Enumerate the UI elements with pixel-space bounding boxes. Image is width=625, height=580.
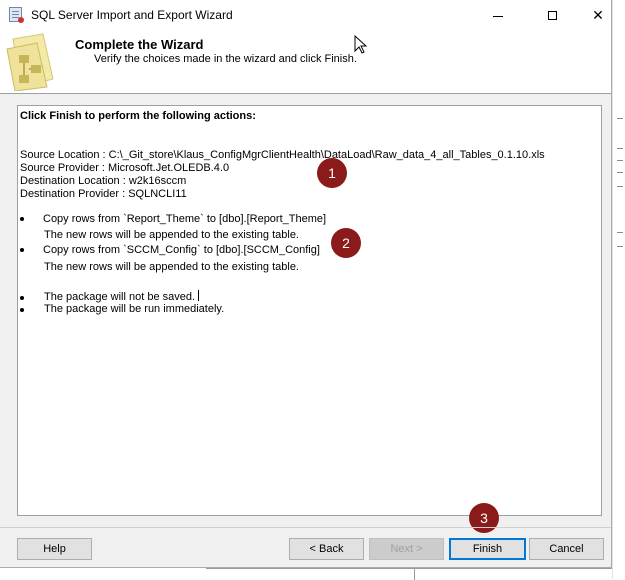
package-save-line: The package will not be saved. bbox=[44, 290, 200, 303]
step-marker-3: 3 bbox=[469, 503, 499, 533]
background-window-edge bbox=[612, 0, 625, 579]
background-window-bottom bbox=[206, 568, 612, 580]
window-title: SQL Server Import and Export Wizard bbox=[31, 8, 233, 22]
header-title: Complete the Wizard bbox=[75, 37, 204, 52]
next-button[interactable]: Next > bbox=[369, 538, 444, 560]
copy-action-2-note: The new rows will be appended to the exi… bbox=[44, 261, 299, 273]
header-subtitle: Verify the choices made in the wizard an… bbox=[94, 53, 357, 65]
copy-action-1: Copy rows from `Report_Theme` to [dbo].[… bbox=[43, 213, 327, 225]
copy-action-1-note: The new rows will be appended to the exi… bbox=[44, 229, 299, 241]
step-marker-1: 1 bbox=[317, 158, 347, 188]
mouse-pointer-icon bbox=[354, 35, 368, 54]
bullet-icon bbox=[20, 296, 24, 300]
close-button[interactable]: ✕ bbox=[575, 0, 621, 31]
summary-lead: Click Finish to perform the following ac… bbox=[20, 110, 256, 122]
package-run-text: The package will be run immediately. bbox=[44, 303, 225, 315]
help-button[interactable]: Help bbox=[17, 538, 92, 560]
footer-divider bbox=[0, 527, 611, 528]
step-marker-2: 2 bbox=[331, 228, 361, 258]
package-save-text: The package will not be saved. bbox=[44, 291, 196, 303]
maximize-icon bbox=[547, 11, 557, 20]
cancel-button[interactable]: Cancel bbox=[529, 538, 604, 560]
close-icon: ✕ bbox=[592, 7, 604, 23]
bullet-icon bbox=[20, 308, 24, 312]
destination-location: Destination Location : w2k16sccm bbox=[20, 175, 187, 187]
finish-button[interactable]: Finish bbox=[449, 538, 526, 560]
destination-provider: Destination Provider : SQLNCLI11 bbox=[20, 188, 187, 200]
minimize-button[interactable] bbox=[475, 0, 521, 31]
summary-textbox[interactable]: Click Finish to perform the following ac… bbox=[17, 105, 602, 516]
source-provider: Source Provider : Microsoft.Jet.OLEDB.4.… bbox=[20, 162, 230, 174]
text-caret bbox=[198, 290, 200, 301]
copy-action-2: Copy rows from `SCCM_Config` to [dbo].[S… bbox=[43, 244, 320, 256]
maximize-button[interactable] bbox=[529, 0, 575, 31]
back-button[interactable]: < Back bbox=[289, 538, 364, 560]
wizard-page-icon bbox=[3, 31, 60, 91]
title-bar[interactable]: SQL Server Import and Export Wizard ✕ bbox=[0, 0, 611, 31]
minimize-icon bbox=[493, 16, 503, 17]
wizard-window: SQL Server Import and Export Wizard ✕ Co… bbox=[0, 0, 612, 568]
app-icon bbox=[9, 7, 24, 23]
bullet-icon bbox=[20, 217, 24, 221]
wizard-header: Complete the Wizard Verify the choices m… bbox=[0, 31, 611, 94]
bullet-icon bbox=[20, 248, 24, 252]
source-location: Source Location : C:\_Git_store\Klaus_Co… bbox=[20, 149, 545, 161]
